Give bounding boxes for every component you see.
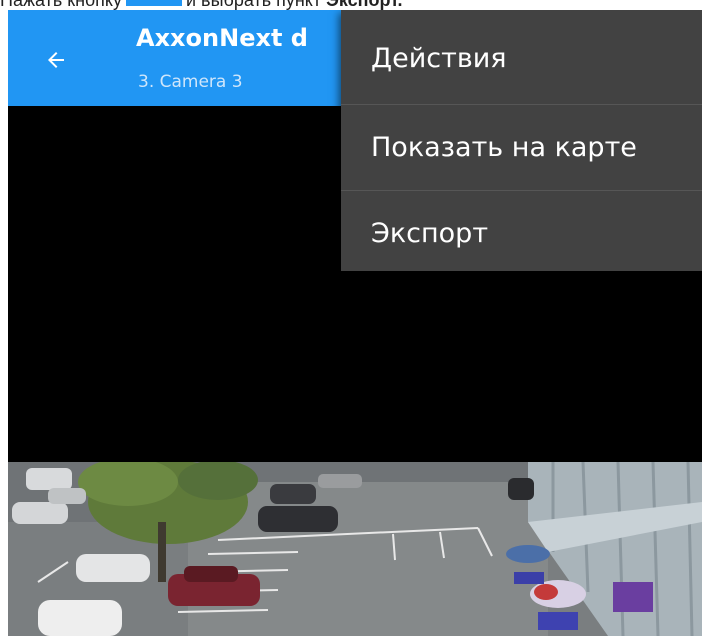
camera-subtitle: 3. Camera 3 [138, 72, 243, 92]
menu-item-export[interactable]: Экспорт [341, 190, 702, 276]
menu-item-actions[interactable]: Действия [341, 15, 702, 101]
arrow-left-icon [48, 52, 64, 68]
overflow-menu: Действия Показать на карте Экспорт [341, 10, 702, 271]
back-button[interactable] [34, 38, 78, 82]
inline-menu-button-image [125, 0, 182, 6]
app-title: AxxonNext d [136, 24, 308, 52]
instruction-prefix: Нажать кнопку [0, 0, 122, 10]
parking-lot-scene [8, 462, 702, 636]
app-screen: AxxonNext d 3. Camera 3 Действия Показат… [8, 10, 702, 636]
instruction-middle: и выбрать пункт [185, 0, 322, 10]
instruction-bold: Экспорт. [326, 0, 403, 10]
instruction-text: Нажать кнопку и выбрать пункт Экспорт. [0, 0, 702, 10]
camera-video-frame[interactable] [8, 462, 702, 636]
menu-item-show-on-map[interactable]: Показать на карте [341, 104, 702, 190]
